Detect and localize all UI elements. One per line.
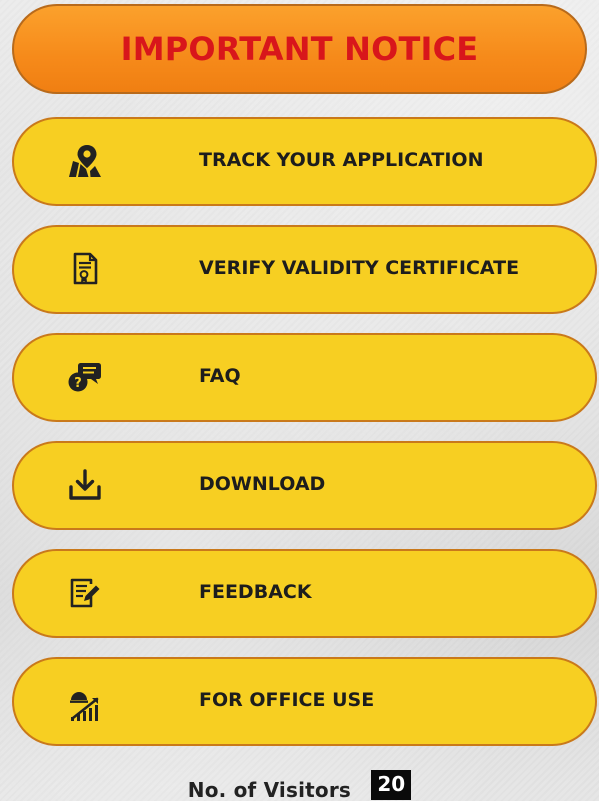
faq-chat-icon: ?	[66, 358, 104, 396]
svg-text:?: ?	[74, 376, 82, 391]
office-use-label: FOR OFFICE USE	[199, 689, 375, 711]
track-application-button[interactable]: TRACK YOUR APPLICATION	[12, 117, 597, 206]
certificate-document-icon	[66, 250, 104, 288]
verify-certificate-label: VERIFY VALIDITY CERTIFICATE	[199, 257, 520, 279]
feedback-button[interactable]: FEEDBACK	[12, 549, 597, 638]
track-application-label: TRACK YOUR APPLICATION	[199, 149, 484, 171]
office-stats-icon	[66, 687, 104, 725]
feedback-label: FEEDBACK	[199, 581, 312, 603]
office-use-button[interactable]: FOR OFFICE USE	[12, 657, 597, 746]
download-button[interactable]: DOWNLOAD	[12, 441, 597, 530]
important-notice-button[interactable]: IMPORTANT NOTICE	[12, 4, 587, 94]
download-label: DOWNLOAD	[199, 473, 326, 495]
visitor-count-badge: 20	[371, 770, 412, 800]
visitor-counter-label: No. of Visitors	[187, 778, 352, 801]
faq-label: FAQ	[199, 365, 241, 387]
feedback-edit-icon	[66, 574, 104, 612]
important-notice-label: IMPORTANT NOTICE	[120, 30, 479, 68]
faq-button[interactable]: ? FAQ	[12, 333, 597, 422]
visitor-counter: No. of Visitors 20	[0, 770, 599, 801]
map-location-icon	[66, 142, 104, 180]
verify-certificate-button[interactable]: VERIFY VALIDITY CERTIFICATE	[12, 225, 597, 314]
download-icon	[66, 466, 104, 504]
